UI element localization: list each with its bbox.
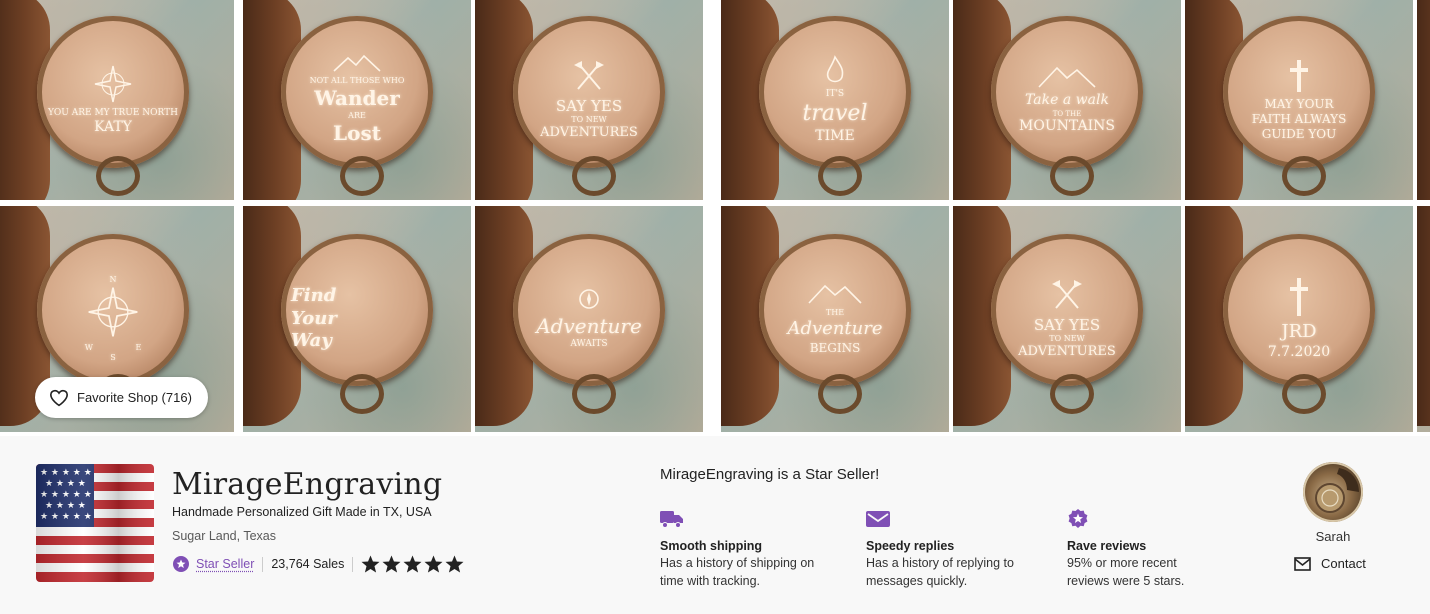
banner-tile: THE Adventure BEGINS — [721, 206, 949, 432]
message-icon — [866, 511, 890, 527]
shop-location: Sugar Land, Texas — [172, 529, 277, 543]
engraving: IT'S travel TIME — [733, 24, 937, 176]
shop-logo[interactable]: ★ ★ ★ ★ ★ ★ ★ ★ ★ ★ ★ ★ ★ ★ ★ ★ ★ ★ ★ ★ … — [36, 464, 154, 582]
banner-tile: SAY YES TO NEW ADVENTURES — [953, 206, 1181, 432]
banner-tile: NOT ALL THOSE WHO Wander ARE Lost — [243, 0, 471, 200]
contact-label: Contact — [1321, 556, 1366, 571]
engraving: SAY YES TO NEW ADVENTURES — [965, 230, 1169, 408]
banner-tile: Find Your Way — [243, 206, 471, 432]
feature-title: Speedy replies — [866, 539, 955, 553]
mountain-icon — [808, 285, 862, 304]
compass-icon — [579, 289, 599, 309]
banner-tile: IT'S travel TIME — [721, 0, 949, 200]
divider — [262, 556, 264, 572]
mail-icon — [1294, 556, 1311, 571]
us-flag-icon: ★ ★ ★ ★ ★ ★ ★ ★ ★ ★ ★ ★ ★ ★ ★ ★ ★ ★ ★ ★ … — [36, 464, 154, 582]
favorite-shop-label: Favorite Shop (716) — [77, 390, 192, 405]
feature-description: Has a history of shipping on time with t… — [660, 556, 815, 588]
crossed-axes-icon — [574, 60, 604, 90]
banner-tile — [1417, 206, 1430, 432]
heart-icon — [49, 389, 69, 406]
feature-rave-reviews: Rave reviews 95% or more recent reviews … — [1067, 508, 1257, 590]
star-seller-link[interactable]: Star Seller — [196, 557, 254, 571]
contact-button[interactable]: Contact — [1294, 556, 1366, 571]
star-seller-title: MirageEngraving is a Star Seller! — [660, 466, 880, 483]
favorite-shop-button[interactable]: Favorite Shop (716) — [35, 377, 208, 418]
engraving: YOU ARE MY TRUE NORTH KATY — [4, 24, 222, 176]
mountain-icon — [333, 54, 381, 72]
banner-tile: MAY YOUR FAITH ALWAYS GUIDE YOU — [1185, 0, 1413, 200]
engraving: JRD 7.7.2020 — [1197, 230, 1401, 408]
feature-description: 95% or more recent reviews were 5 stars. — [1067, 556, 1185, 588]
feature-title: Smooth shipping — [660, 539, 763, 553]
owner-avatar[interactable] — [1303, 462, 1363, 522]
star-icon — [361, 555, 380, 573]
banner-tile: Take a walk TO THE MOUNTAINS — [953, 0, 1181, 200]
banner-tile: SAY YES TO NEW ADVENTURES — [475, 0, 703, 200]
shop-meta: Star Seller 23,764 Sales — [173, 553, 464, 575]
star-icon — [424, 555, 443, 573]
divider — [352, 556, 354, 572]
banner-tile: Adventure AWAITS — [475, 206, 703, 432]
shop-tagline: Handmade Personalized Gift Made in TX, U… — [172, 505, 432, 519]
engraving: Take a walk TO THE MOUNTAINS — [965, 24, 1169, 176]
shop-name: MirageEngraving — [172, 467, 443, 502]
star-seller-badge-icon — [173, 556, 189, 572]
campfire-icon — [826, 54, 844, 83]
feature-description: Has a history of replying to messages qu… — [866, 556, 1014, 588]
star-badge-icon — [1068, 509, 1088, 528]
feature-smooth-shipping: Smooth shipping Has a history of shippin… — [660, 508, 850, 590]
banner-tile: YOU ARE MY TRUE NORTH KATY — [0, 0, 234, 200]
banner-tile: JRD 7.7.2020 — [1185, 206, 1413, 432]
compass-rose-icon — [94, 65, 132, 102]
banner-tile — [1417, 0, 1430, 200]
engraving: Adventure AWAITS — [487, 230, 691, 408]
star-icon — [382, 555, 401, 573]
star-icon — [403, 555, 422, 573]
mountain-icon — [1038, 66, 1096, 88]
rating-stars[interactable] — [361, 555, 464, 573]
engraving: MAY YOUR FAITH ALWAYS GUIDE YOU — [1197, 24, 1401, 176]
star-icon — [445, 555, 464, 573]
cross-icon — [1290, 59, 1308, 92]
owner-name: Sarah — [1315, 529, 1351, 544]
sales-count: 23,764 Sales — [271, 557, 345, 571]
cross-icon — [1290, 278, 1308, 316]
compass-rose-icon — [88, 287, 138, 337]
engraving: SAY YES TO NEW ADVENTURES — [487, 24, 691, 176]
delivery-truck-icon — [660, 511, 683, 528]
engraving: NOT ALL THOSE WHO Wander ARE Lost — [255, 24, 459, 176]
crossed-axes-icon — [1052, 279, 1082, 309]
engraving: Find Your Way — [291, 285, 337, 352]
feature-title: Rave reviews — [1067, 539, 1147, 553]
engraving: THE Adventure BEGINS — [733, 230, 937, 408]
feature-speedy-replies: Speedy replies Has a history of replying… — [866, 508, 1056, 590]
shop-banner: YOU ARE MY TRUE NORTH KATY NOT ALL THOSE… — [0, 0, 1430, 436]
